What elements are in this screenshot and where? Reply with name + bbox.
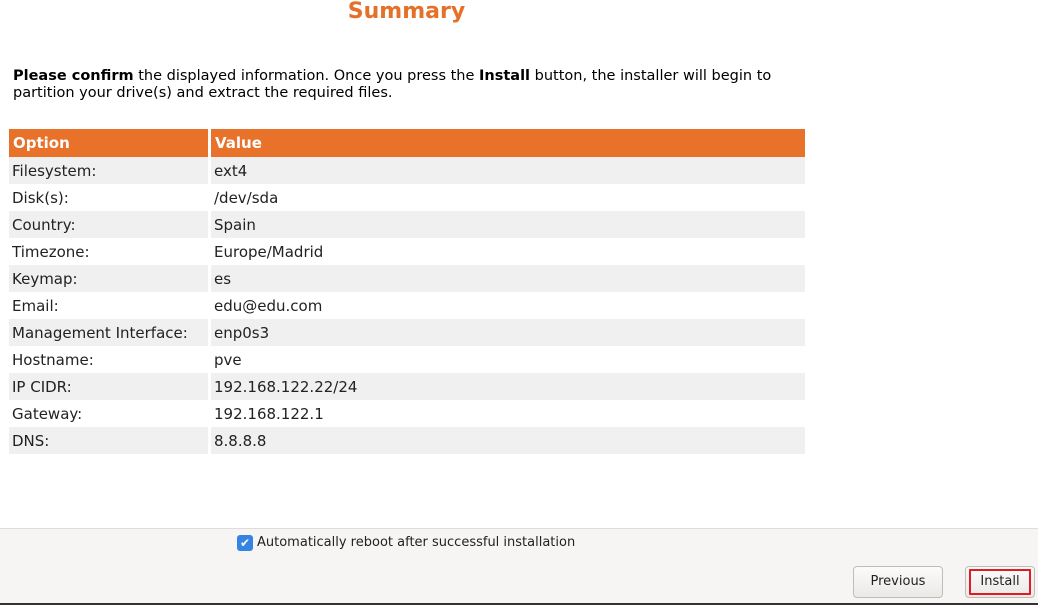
table-row: Email: edu@edu.com: [9, 292, 805, 319]
page-title: Summary: [347, 0, 466, 24]
auto-reboot-label[interactable]: Automatically reboot after successful in…: [257, 534, 575, 551]
table-row: Hostname: pve: [9, 346, 805, 373]
summary-table: Option Value Filesystem: ext4 Disk(s): /…: [9, 129, 805, 454]
value-cell: es: [211, 265, 805, 292]
option-cell: Management Interface:: [9, 319, 211, 346]
value-cell: ext4: [211, 157, 805, 184]
table-row: Filesystem: ext4: [9, 157, 805, 184]
option-cell: Gateway:: [9, 400, 211, 427]
checkmark-icon: ✔: [239, 536, 251, 550]
value-cell: 8.8.8.8: [211, 427, 805, 454]
value-cell: edu@edu.com: [211, 292, 805, 319]
option-cell: Email:: [9, 292, 211, 319]
table-row: Gateway: 192.168.122.1: [9, 400, 805, 427]
button-bar: Previous Install: [0, 556, 1038, 605]
column-header-value: Value: [211, 129, 805, 157]
value-cell: enp0s3: [211, 319, 805, 346]
value-cell: Spain: [211, 211, 805, 238]
install-button-label: Install: [980, 574, 1020, 589]
table-row: Country: Spain: [9, 211, 805, 238]
value-cell: 192.168.122.1: [211, 400, 805, 427]
intro-text: Please confirm the displayed information…: [13, 68, 803, 102]
option-cell: IP CIDR:: [9, 373, 211, 400]
table-row: Management Interface: enp0s3: [9, 319, 805, 346]
option-cell: Disk(s):: [9, 184, 211, 211]
option-cell: Timezone:: [9, 238, 211, 265]
table-row: DNS: 8.8.8.8: [9, 427, 805, 454]
installer-page: Summary Please confirm the displayed inf…: [0, 0, 1038, 605]
table-row: Timezone: Europe/Madrid: [9, 238, 805, 265]
intro-bold-confirm: Please confirm: [13, 68, 134, 84]
previous-button[interactable]: Previous: [853, 566, 943, 598]
column-header-option: Option: [9, 129, 211, 157]
option-cell: Hostname:: [9, 346, 211, 373]
value-cell: /dev/sda: [211, 184, 805, 211]
auto-reboot-checkbox[interactable]: ✔: [237, 535, 253, 551]
value-cell: pve: [211, 346, 805, 373]
option-cell: DNS:: [9, 427, 211, 454]
value-cell: Europe/Madrid: [211, 238, 805, 265]
intro-text-part1: the displayed information. Once you pres…: [133, 68, 480, 84]
reboot-option-bar: ✔ Automatically reboot after successful …: [0, 528, 1038, 557]
option-cell: Keymap:: [9, 265, 211, 292]
table-row: IP CIDR: 192.168.122.22/24: [9, 373, 805, 400]
value-cell: 192.168.122.22/24: [211, 373, 805, 400]
table-row: Disk(s): /dev/sda: [9, 184, 805, 211]
option-cell: Country:: [9, 211, 211, 238]
option-cell: Filesystem:: [9, 157, 211, 184]
intro-bold-install: Install: [479, 68, 531, 84]
table-row: Keymap: es: [9, 265, 805, 292]
install-button[interactable]: Install: [965, 566, 1035, 598]
table-header-row: Option Value: [9, 129, 805, 157]
